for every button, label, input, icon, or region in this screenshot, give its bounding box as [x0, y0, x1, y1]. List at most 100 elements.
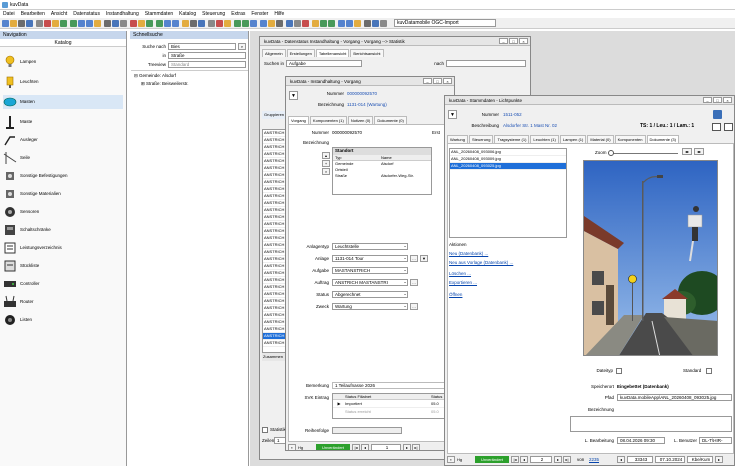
action-link[interactable]: Öffnen [449, 292, 462, 297]
menu-item[interactable]: Hilfe [271, 10, 287, 18]
zoom-out-icon[interactable]: ◂▸ [682, 148, 692, 155]
nav-item-masten[interactable]: Masten [3, 95, 123, 109]
navigation-section[interactable]: Katalog [0, 39, 126, 47]
chevron-down-icon[interactable]: ⌄ [402, 243, 408, 250]
field-select[interactable]: Wartung [332, 303, 408, 310]
zoom-in-icon[interactable]: ◂▸ [694, 148, 704, 155]
nav-item-listen[interactable]: Listen [3, 313, 123, 327]
browse-icon[interactable]: … [410, 255, 418, 262]
nav-item-sonstige-materialien[interactable]: Sonstige Materialien [3, 187, 123, 201]
tab-material-0-[interactable]: Material (0) [587, 135, 614, 143]
tab-wartung[interactable]: Wartung [447, 135, 468, 143]
menu-item[interactable]: Bearbeiten [18, 10, 48, 18]
next-record-icon[interactable]: ▸ [403, 444, 411, 450]
cut-icon[interactable] [44, 20, 51, 27]
tab-dokumente-3-[interactable]: Dokumente (3) [646, 135, 679, 143]
action-link[interactable]: Exportieren ... [449, 280, 477, 285]
chevron-down-icon[interactable]: ⌄ [402, 267, 408, 274]
save-icon[interactable]: ▪ [447, 456, 455, 463]
action-link[interactable]: Neu aus Vorlage (Datenbank) ... [449, 260, 513, 265]
nav-item-schaltschränke[interactable]: Schaltschränke [3, 223, 123, 237]
tab-leuchten-1-[interactable]: Leuchten (1) [530, 135, 559, 143]
paste-icon[interactable] [52, 20, 59, 27]
field-select[interactable]: 1131-014 Tour [332, 255, 408, 262]
stamm-nav-end-icon[interactable]: ▸ [715, 456, 723, 463]
minimize-icon[interactable]: – [423, 78, 432, 84]
image-icon[interactable] [713, 110, 722, 119]
svk-table[interactable]: Status Filialnet Status ▶ Importiert 05.… [332, 393, 454, 419]
menu-item[interactable]: Instandhaltung [103, 10, 142, 18]
list-icon[interactable] [268, 20, 275, 27]
menu-item[interactable]: Extras [228, 10, 248, 18]
chart-icon[interactable] [120, 20, 127, 27]
tab-allgemein[interactable]: Allgemein [262, 49, 286, 57]
document-list-item[interactable]: ANL_20260408_093025.jpg [450, 163, 566, 170]
tab-dokumente-0-[interactable]: Dokumente (0) [374, 116, 407, 124]
import-select[interactable]: kuvDatamobile OGC-Import [394, 19, 496, 27]
phone-icon[interactable] [338, 20, 345, 27]
nav-item-maste[interactable]: Maste [3, 115, 123, 129]
calendar-icon[interactable] [216, 20, 223, 27]
maximize-icon[interactable]: □ [713, 97, 722, 103]
first-record-icon[interactable]: |◂ [352, 444, 360, 450]
filter-icon[interactable] [86, 20, 93, 27]
filter-icon[interactable]: ▼ [289, 91, 298, 100]
field-select[interactable]: MASTANSTRICH [332, 267, 408, 274]
first-record-icon[interactable]: |◂ [511, 456, 519, 463]
open-icon[interactable] [10, 20, 17, 27]
nav-item-ausleger[interactable]: Ausleger [3, 133, 123, 147]
table-view-icon[interactable] [724, 123, 733, 131]
check-icon[interactable] [276, 20, 283, 27]
tree-node-strasse[interactable]: ⊞ Straße: Beisweilerstr. [141, 81, 189, 87]
prev-record-icon[interactable]: ◂ [520, 456, 528, 463]
find-icon[interactable] [78, 20, 85, 27]
close-icon[interactable]: × [519, 38, 528, 44]
document-list-item[interactable]: ANL_20260408_093006.jpg [450, 149, 566, 156]
maximize-icon[interactable]: □ [509, 38, 518, 44]
zoom-slider-handle[interactable] [608, 150, 614, 156]
vorgang-record-input[interactable]: 1 [371, 444, 401, 450]
zoom-icon[interactable] [302, 20, 309, 27]
filter-icon[interactable]: ▼ [420, 255, 428, 262]
search-icon[interactable]: ⌕ [238, 43, 246, 50]
save-icon[interactable] [26, 20, 33, 27]
tab-berichtsansicht[interactable]: Berichtsansicht [350, 49, 384, 57]
info-icon[interactable] [198, 20, 205, 27]
quicksearch-input[interactable]: Bies [168, 43, 236, 50]
star-icon[interactable] [320, 20, 327, 27]
nav-item-sensoren[interactable]: Sensoren [3, 205, 123, 219]
key-icon[interactable] [234, 20, 241, 27]
menu-item[interactable]: Stammdaten [142, 10, 176, 18]
remove-icon[interactable]: × [322, 168, 330, 175]
play-icon[interactable] [346, 20, 353, 27]
sync-icon[interactable] [364, 20, 371, 27]
nav-item-controller[interactable]: Controller [3, 277, 123, 291]
dateityp-checkbox[interactable] [616, 368, 622, 374]
print-icon[interactable] [18, 20, 25, 27]
tab-erstellungen[interactable]: Erstellungen [286, 49, 315, 57]
menu-item[interactable]: Fenster [248, 10, 271, 18]
action-link[interactable]: Neu (Datenbank) ... [449, 251, 488, 256]
browse-icon[interactable]: … [410, 303, 418, 310]
close-icon[interactable] [286, 20, 293, 27]
search-in-select[interactable]: Aufgabe [286, 60, 362, 67]
nav-item-seile[interactable]: Seile [3, 151, 123, 165]
link-icon[interactable] [190, 20, 197, 27]
filter-icon[interactable]: ▼ [448, 110, 457, 119]
standard-checkbox[interactable] [706, 368, 712, 374]
menu-item[interactable]: Steuerung [199, 10, 228, 18]
report-icon[interactable] [130, 20, 137, 27]
map-icon[interactable] [112, 20, 119, 27]
close-icon[interactable]: × [723, 97, 732, 103]
bemerkung-input[interactable]: 1 Teilaufnasse 2026 [332, 382, 452, 389]
chevron-down-icon[interactable]: ⌄ [402, 303, 408, 310]
tab-tragsysteme-1-[interactable]: Tragsysteme (1) [494, 135, 530, 143]
menu-item[interactable]: Datenstatus [70, 10, 103, 18]
tag-icon[interactable] [328, 20, 335, 27]
tab-notizen-0-[interactable]: Notizen (0) [347, 116, 374, 124]
treeview-select[interactable]: Standard [168, 61, 246, 68]
document-list-item[interactable]: ANL_20260408_093009.jpg [450, 156, 566, 163]
delete-icon[interactable] [182, 20, 189, 27]
refresh-icon[interactable] [104, 20, 111, 27]
chevron-down-icon[interactable]: ⌄ [402, 255, 408, 262]
